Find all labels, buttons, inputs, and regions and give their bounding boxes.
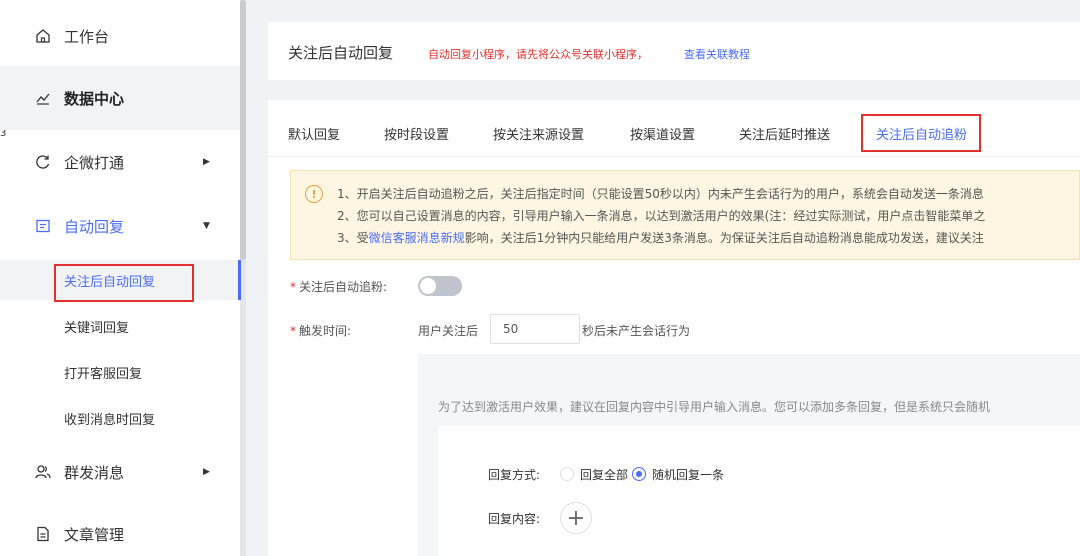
wechat-rules-link[interactable]: 微信客服消息新规 xyxy=(369,231,465,245)
trigger-seconds-input[interactable]: 50 xyxy=(490,314,580,344)
chevron-right-icon: ▶ xyxy=(203,467,210,477)
tab-time-period[interactable]: 按时段设置 xyxy=(384,124,449,143)
message-square-icon xyxy=(34,217,52,235)
tab-channel[interactable]: 按渠道设置 xyxy=(630,124,695,143)
chevron-right-icon: ▶ xyxy=(203,157,210,167)
trigger-label-text: 触发时间: xyxy=(299,324,352,338)
sidebar-item-workbench[interactable]: 工作台 xyxy=(0,16,240,56)
sidebar-subitem-service-reply[interactable]: 打开客服回复 xyxy=(0,352,240,392)
highlight-box xyxy=(54,264,194,302)
home-icon xyxy=(34,27,52,45)
reply-mode-label: 回复方式: xyxy=(488,468,541,482)
sidebar-item-data-center[interactable]: 数据中心 xyxy=(0,66,240,130)
sidebar: 3 工作台 数据中心 企微打通 ▶ 自动回复 ▼ 关注后自动回复 关键词回复 打… xyxy=(0,0,244,556)
sidebar-item-articles[interactable]: 文章管理 xyxy=(0,514,240,554)
document-icon xyxy=(34,525,52,543)
trigger-prefix: 用户关注后 xyxy=(418,324,479,338)
chevron-down-icon: ▼ xyxy=(203,221,210,231)
warning-icon: ! xyxy=(305,185,323,203)
page-title: 关注后自动回复 xyxy=(288,44,394,62)
sidebar-item-label: 工作台 xyxy=(64,27,110,46)
required-mark: * xyxy=(290,324,296,338)
sidebar-scroll-thumb[interactable] xyxy=(240,0,246,260)
sidebar-subitem-message-reply[interactable]: 收到消息时回复 xyxy=(0,398,240,438)
sidebar-item-label: 企微打通 xyxy=(64,153,125,172)
reply-content-label: 回复内容: xyxy=(488,512,541,526)
sidebar-item-wecom[interactable]: 企微打通 ▶ xyxy=(0,142,240,182)
sidebar-item-auto-reply[interactable]: 自动回复 ▼ xyxy=(0,206,240,246)
notice-box: ! 1、开启关注后自动追粉之后，关注后指定时间（只能设置50秒以内）内未产生会话… xyxy=(290,170,1080,260)
tutorial-link[interactable]: 查看关联教程 xyxy=(684,46,750,62)
tab-default-reply[interactable]: 默认回复 xyxy=(288,124,340,143)
header-note: 自动回复小程序，请先将公众号关联小程序， xyxy=(428,48,648,61)
follow-toggle-switch[interactable] xyxy=(418,276,462,296)
page-header: 关注后自动回复 自动回复小程序，请先将公众号关联小程序， 查看关联教程 xyxy=(268,22,1080,80)
sidebar-subitem-label: 打开客服回复 xyxy=(64,366,143,382)
sidebar-item-label: 文章管理 xyxy=(64,525,125,544)
toggle-knob xyxy=(420,278,436,294)
radio-reply-random[interactable] xyxy=(632,467,646,481)
tab-highlight-box xyxy=(861,114,981,152)
notice-line-3: 3、受微信客服消息新规影响，关注后1分钟内只能给用户发送3条消息。为保证关注后自… xyxy=(337,229,984,246)
sidebar-item-label: 自动回复 xyxy=(64,217,125,236)
selected-indicator xyxy=(238,260,241,300)
sidebar-subitem-keyword-reply[interactable]: 关键词回复 xyxy=(0,306,240,346)
notice-line-2: 2、您可以自己设置消息的内容，引导用户输入一条消息，以达到激活用户的效果(注：经… xyxy=(337,209,986,223)
content-card: 默认回复 按时段设置 按关注来源设置 按渠道设置 关注后延时推送 关注后自动追粉… xyxy=(268,100,1080,556)
sidebar-subitem-label: 收到消息时回复 xyxy=(64,412,156,428)
tab-follow-source[interactable]: 按关注来源设置 xyxy=(493,124,584,143)
tab-divider xyxy=(268,156,1080,157)
users-icon xyxy=(34,463,52,481)
sidebar-item-label: 数据中心 xyxy=(64,89,125,108)
sidebar-subitem-label: 关键词回复 xyxy=(64,320,130,336)
tab-delayed-push[interactable]: 关注后延时推送 xyxy=(739,124,830,143)
required-mark: * xyxy=(290,280,296,294)
radio-reply-all[interactable] xyxy=(560,467,574,481)
trigger-suffix: 秒后未产生会话行为 xyxy=(582,324,691,338)
reply-panel: 为了达到激活用户效果，建议在回复内容中引导用户输入消息。您可以添加多条回复，但是… xyxy=(418,354,1080,556)
add-reply-button[interactable]: + xyxy=(560,502,592,534)
notice-line-1: 1、开启关注后自动追粉之后，关注后指定时间（只能设置50秒以内）内未产生会话行为… xyxy=(337,187,984,201)
sidebar-item-label: 群发消息 xyxy=(64,463,125,482)
refresh-icon xyxy=(34,153,52,171)
trigger-time-label: * 触发时间: xyxy=(290,322,351,339)
line-chart-icon xyxy=(34,89,52,107)
sidebar-item-broadcast[interactable]: 群发消息 ▶ xyxy=(0,452,240,492)
panel-hint: 为了达到激活用户效果，建议在回复内容中引导用户输入消息。您可以添加多条回复，但是… xyxy=(438,400,991,414)
notice-line-3-prefix: 3、受 xyxy=(337,231,369,245)
follow-toggle-label: * 关注后自动追粉: xyxy=(290,278,387,295)
reply-all-label[interactable]: 回复全部 xyxy=(580,466,628,483)
notice-line-3-suffix: 影响，关注后1分钟内只能给用户发送3条消息。为保证关注后自动追粉消息能成功发送，… xyxy=(464,231,984,245)
plus-icon: + xyxy=(566,505,586,531)
reply-random-label[interactable]: 随机回复一条 xyxy=(652,466,724,483)
reply-card: 回复方式: 回复全部 随机回复一条 回复内容: + xyxy=(438,426,1080,556)
follow-label-text: 关注后自动追粉: xyxy=(299,280,388,294)
